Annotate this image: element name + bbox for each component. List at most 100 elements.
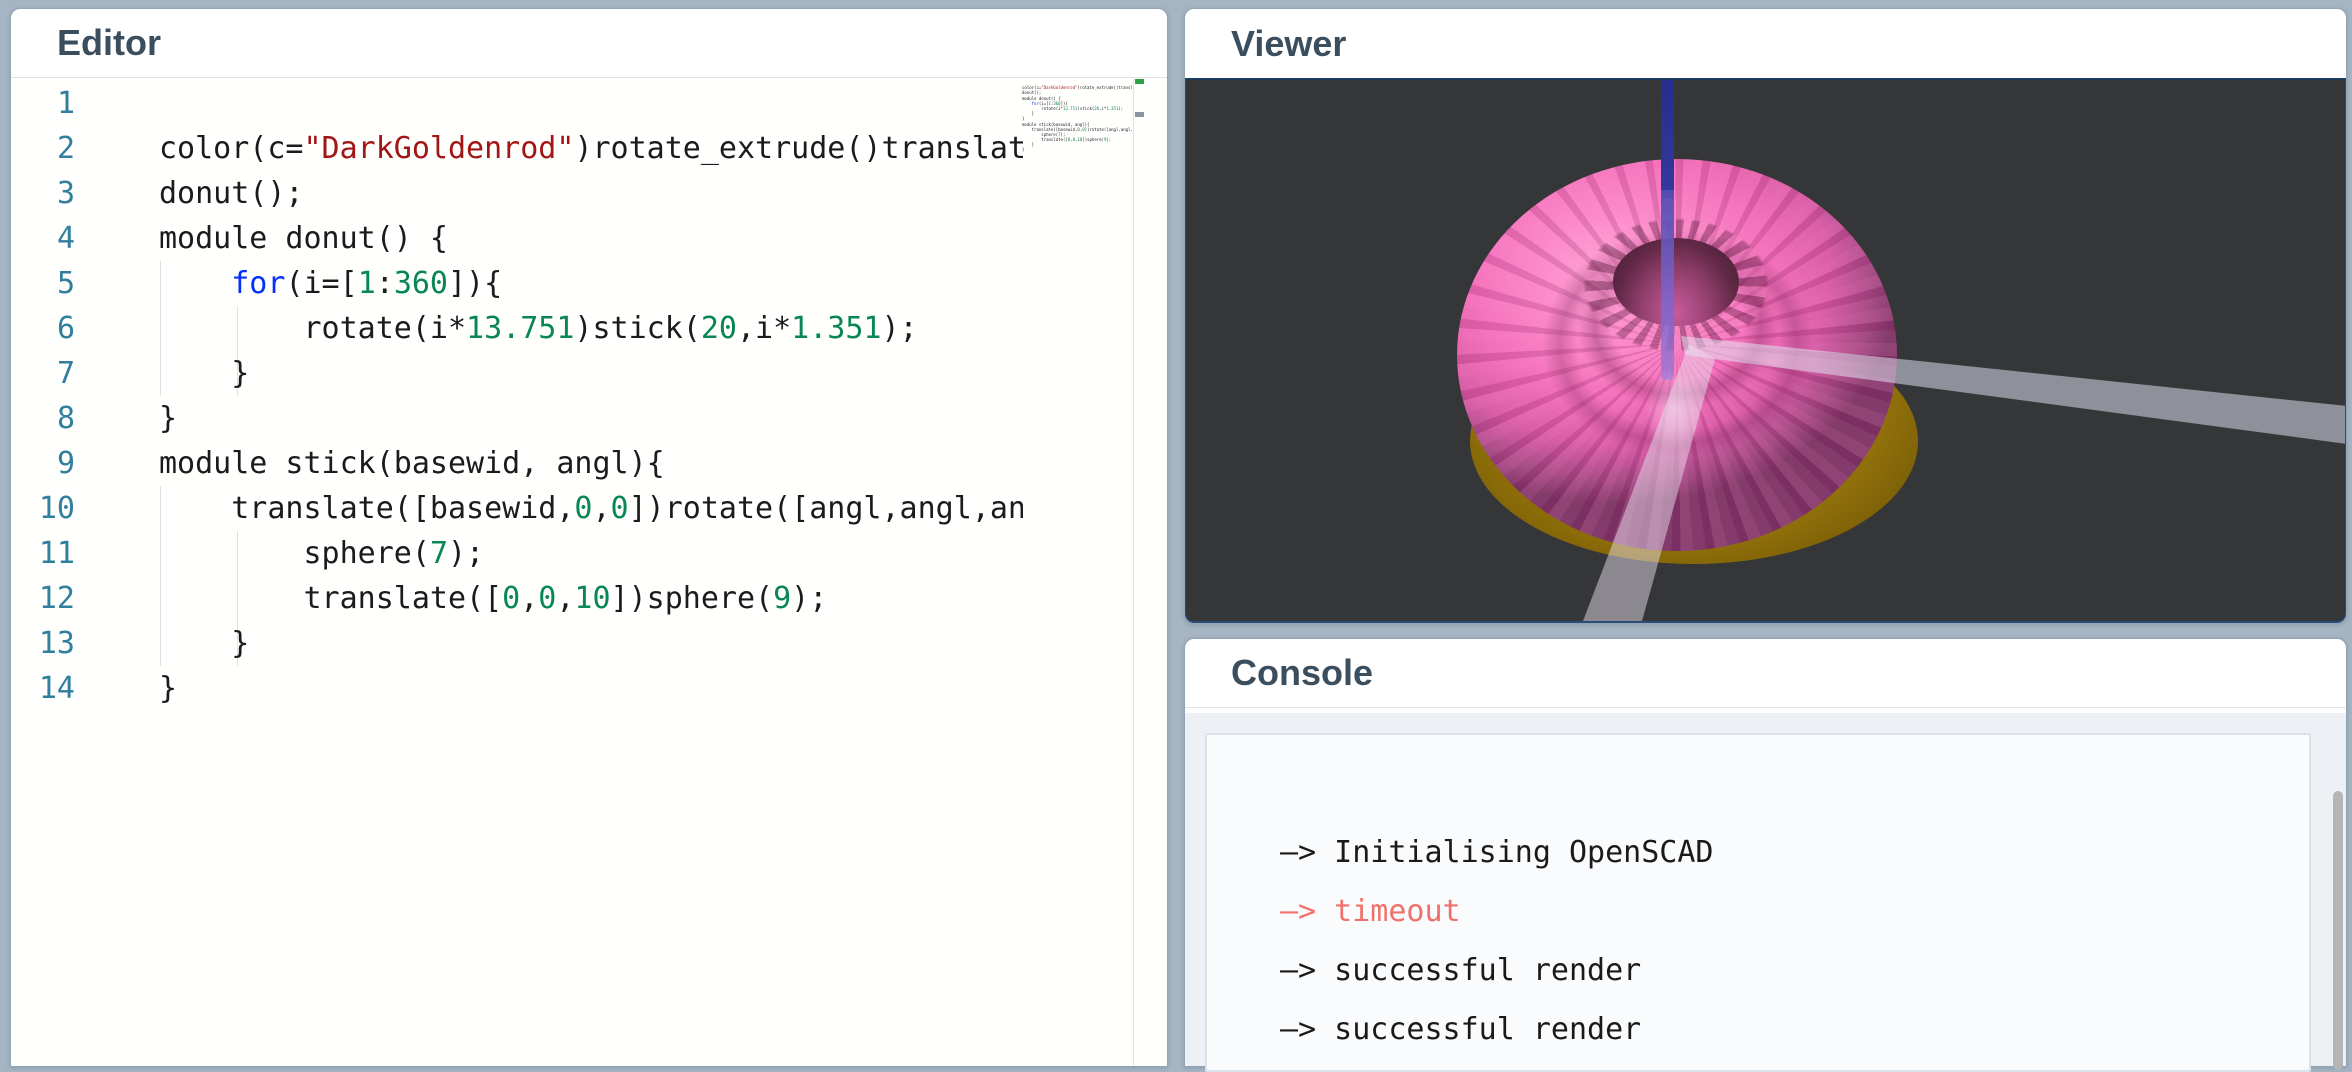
code-token: "DarkGoldenrod" bbox=[1041, 85, 1077, 90]
line-number: 9 bbox=[11, 441, 75, 486]
code-token: translate([basewid, bbox=[159, 491, 574, 526]
line-number: 3 bbox=[11, 171, 75, 216]
code-token: sphere( bbox=[159, 536, 430, 571]
code-token: } bbox=[159, 401, 177, 436]
console-title: Console bbox=[1231, 652, 1373, 694]
code-token: ); bbox=[448, 536, 484, 571]
code-token: for bbox=[231, 266, 285, 301]
code-token: 10 bbox=[574, 581, 610, 616]
code-token: 1 bbox=[358, 266, 376, 301]
line-number: 2 bbox=[11, 126, 75, 171]
code-token: translate([ bbox=[159, 581, 502, 616]
line-number: 4 bbox=[11, 216, 75, 261]
code-token: 7 bbox=[430, 536, 448, 571]
code-line[interactable]: translate([0,0,10])sphere(9); bbox=[159, 576, 1023, 621]
console-line: –> successful render bbox=[1280, 941, 2309, 1000]
code-line[interactable]: module stick(basewid, angl){ bbox=[159, 441, 1023, 486]
code-token: 0 bbox=[538, 581, 556, 616]
viewer-panel: Viewer bbox=[1184, 8, 2347, 624]
viewer-header: Viewer bbox=[1185, 9, 2346, 78]
code-token: 0 bbox=[611, 491, 629, 526]
code-token: )stick( bbox=[574, 311, 700, 346]
code-line[interactable]: color(c="DarkGoldenrod")rotate_extrude()… bbox=[159, 126, 1023, 171]
code-line[interactable] bbox=[159, 81, 1023, 126]
editor-title: Editor bbox=[57, 22, 161, 64]
code-token: 1.351 bbox=[791, 311, 881, 346]
line-number: 10 bbox=[11, 486, 75, 531]
code-token: color(c= bbox=[159, 131, 304, 166]
code-text-area[interactable]: color(c="DarkGoldenrod")rotate_extrude()… bbox=[159, 81, 1023, 1066]
line-number: 11 bbox=[11, 531, 75, 576]
code-token: "DarkGoldenrod" bbox=[304, 131, 575, 166]
code-token: } bbox=[159, 356, 249, 391]
line-number-gutter: 1234567891011121314 bbox=[11, 81, 75, 711]
console-line: –> timeout bbox=[1280, 882, 2309, 941]
line-number: 1 bbox=[11, 81, 75, 126]
code-token: ])sphere( bbox=[611, 581, 774, 616]
console-output: –> Initialising OpenSCAD–> timeout–> suc… bbox=[1205, 733, 2311, 1072]
line-number: 5 bbox=[11, 261, 75, 306]
code-token: module donut() { bbox=[159, 221, 448, 256]
console-body: –> Initialising OpenSCAD–> timeout–> suc… bbox=[1185, 713, 2346, 1066]
code-token: ); bbox=[1106, 137, 1111, 142]
code-token: , bbox=[520, 581, 538, 616]
minimap-line: } bbox=[1022, 147, 1132, 152]
console-panel: Console –> Initialising OpenSCAD–> timeo… bbox=[1184, 638, 2347, 1067]
minimap[interactable]: color(c="DarkGoldenrod")rotate_extrude()… bbox=[1022, 80, 1132, 320]
code-line[interactable]: donut(); bbox=[159, 171, 1023, 216]
overview-ruler-mark-gray bbox=[1135, 112, 1144, 117]
minimap-line: rotate(i*13.751)stick(20,i*1.351); bbox=[1022, 106, 1132, 111]
console-line: –> successful render bbox=[1280, 1000, 2309, 1059]
scrollbar-thumb[interactable] bbox=[2333, 791, 2343, 1070]
code-token: 0 bbox=[574, 491, 592, 526]
code-line[interactable]: translate([basewid,0,0])rotate([angl,ang… bbox=[159, 486, 1023, 531]
code-token: } bbox=[159, 626, 249, 661]
code-line[interactable]: for(i=[1:360]){ bbox=[159, 261, 1023, 306]
code-line[interactable]: } bbox=[159, 621, 1023, 666]
code-token: rotate(i* bbox=[159, 311, 466, 346]
code-token: } bbox=[1022, 147, 1024, 152]
line-number: 7 bbox=[11, 351, 75, 396]
code-token: : bbox=[376, 266, 394, 301]
code-line[interactable]: module donut() { bbox=[159, 216, 1023, 261]
code-token: 9 bbox=[773, 581, 791, 616]
code-line[interactable]: rotate(i*13.751)stick(20,i*1.351); bbox=[159, 306, 1023, 351]
code-token: ])rotate([angl,angl,an bbox=[1085, 127, 1132, 132]
code-line[interactable]: } bbox=[159, 351, 1023, 396]
editor-panel: Editor 1234567891011121314 color(c="Dark… bbox=[10, 8, 1168, 1067]
code-token: 360 bbox=[394, 266, 448, 301]
code-line[interactable]: } bbox=[159, 666, 1023, 711]
code-token: 0 bbox=[502, 581, 520, 616]
code-token: , bbox=[592, 491, 610, 526]
code-token bbox=[159, 266, 231, 301]
blue-axis-rod bbox=[1661, 80, 1674, 198]
code-line[interactable]: } bbox=[159, 396, 1023, 441]
console-header: Console bbox=[1185, 639, 2346, 708]
console-scrollbar[interactable] bbox=[2330, 713, 2346, 1066]
code-token: module stick(basewid, angl){ bbox=[159, 446, 665, 481]
code-token: ); bbox=[881, 311, 917, 346]
line-number: 6 bbox=[11, 306, 75, 351]
line-number: 8 bbox=[11, 396, 75, 441]
code-token: 13.751 bbox=[466, 311, 574, 346]
code-token: ]){ bbox=[448, 266, 502, 301]
code-token: ])rotate([angl,angl,an bbox=[629, 491, 1023, 526]
donut-hole bbox=[1613, 238, 1739, 326]
3d-viewport[interactable] bbox=[1185, 78, 2346, 623]
console-line: –> Initialising OpenSCAD bbox=[1280, 823, 2309, 882]
code-token: ,i* bbox=[737, 311, 791, 346]
code-token: )rotate_extrude()translat bbox=[574, 131, 1023, 166]
line-number: 14 bbox=[11, 666, 75, 711]
blue-axis-rod-translucent bbox=[1661, 190, 1674, 380]
code-token: )rotate_extrude()translat bbox=[1077, 85, 1132, 90]
editor-header: Editor bbox=[11, 9, 1167, 78]
code-token: , bbox=[556, 581, 574, 616]
code-line[interactable]: sphere(7); bbox=[159, 531, 1023, 576]
code-token: 1.351 bbox=[1106, 106, 1118, 111]
overview-ruler-mark-green bbox=[1135, 79, 1144, 84]
code-token: ); bbox=[791, 581, 827, 616]
line-number: 12 bbox=[11, 576, 75, 621]
code-editor[interactable]: 1234567891011121314 color(c="DarkGoldenr… bbox=[11, 78, 1167, 1066]
code-token: 13.751 bbox=[1063, 106, 1077, 111]
code-token: } bbox=[159, 671, 177, 706]
